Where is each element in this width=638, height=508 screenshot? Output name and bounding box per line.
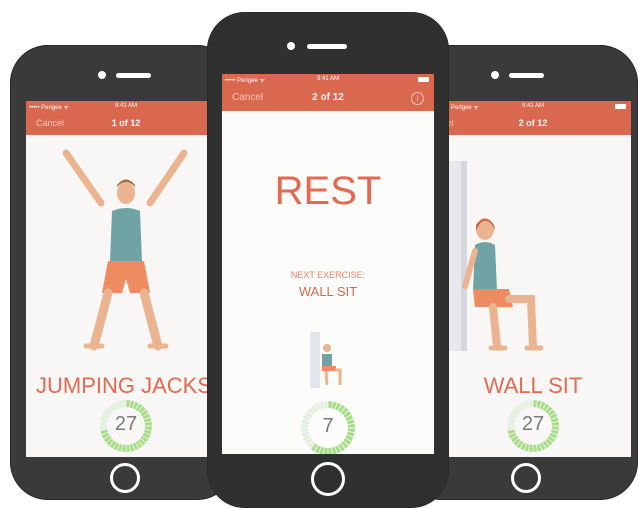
center-camera-dot bbox=[287, 42, 295, 50]
center-time: 9:41 AM bbox=[316, 76, 339, 82]
right-camera-dot bbox=[491, 71, 499, 79]
left-status-bar: ••••• Perigee ᯤ 9:41 AM bbox=[26, 101, 226, 113]
right-status-bar: Perigee ᯤ 9:41 AM bbox=[435, 101, 631, 113]
center-navbar: ••••• Perigee ᯤ 9:41 AM Cancel 2 of 12 i bbox=[222, 74, 434, 111]
right-battery-icon bbox=[615, 104, 626, 109]
right-speaker bbox=[509, 73, 544, 78]
timer-segment bbox=[328, 401, 333, 409]
left-speaker bbox=[116, 73, 151, 78]
timer-segment bbox=[323, 447, 328, 454]
timer-segment bbox=[528, 400, 533, 408]
left-screen: ••••• Perigee ᯤ 9:41 AM Cancel 1 of 12 J… bbox=[26, 101, 226, 457]
info-icon[interactable]: i bbox=[411, 92, 424, 105]
right-time: 9:41 AM bbox=[521, 103, 544, 109]
center-progress-title: 2 of 12 bbox=[312, 92, 344, 103]
center-phone: ••••• Perigee ᯤ 9:41 AM Cancel 2 of 12 i… bbox=[207, 12, 449, 508]
right-navbar: Perigee ᯤ 9:41 AM ncel 2 of 12 bbox=[435, 101, 631, 135]
center-speaker bbox=[307, 44, 347, 49]
next-exercise-name: WALL SIT bbox=[298, 284, 358, 299]
timer-segment bbox=[323, 401, 328, 409]
wall-sit-figure bbox=[443, 161, 544, 351]
right-screen: Perigee ᯤ 9:41 AM ncel 2 of 12 WALL SIT bbox=[435, 101, 631, 457]
right-exercise-name: WALL SIT bbox=[483, 373, 583, 398]
left-progress-title: 1 of 12 bbox=[111, 118, 141, 128]
timer-segment bbox=[121, 444, 126, 452]
center-status-bar: ••••• Perigee ᯤ 9:41 AM bbox=[222, 74, 434, 86]
timer-segment bbox=[533, 444, 538, 452]
timer-segment bbox=[121, 400, 126, 408]
left-phone: ••••• Perigee ᯤ 9:41 AM Cancel 1 of 12 J… bbox=[10, 45, 235, 500]
left-exercise-name: JUMPING JACKS bbox=[35, 373, 213, 398]
timer-segment bbox=[126, 400, 131, 408]
right-home-button[interactable] bbox=[511, 463, 541, 493]
right-timer-value: 27 bbox=[521, 413, 545, 435]
left-timer-value: 27 bbox=[114, 413, 138, 435]
timer-segment bbox=[126, 444, 131, 452]
left-home-button[interactable] bbox=[110, 463, 140, 493]
left-navbar: ••••• Perigee ᯤ 9:41 AM Cancel 1 of 12 bbox=[26, 101, 226, 135]
rest-headline: REST bbox=[274, 169, 382, 213]
left-camera-dot bbox=[98, 71, 106, 79]
center-timer-value: 7 bbox=[322, 415, 334, 437]
center-battery-icon bbox=[418, 77, 429, 82]
right-progress-title: 2 of 12 bbox=[518, 118, 548, 128]
timer-segment bbox=[528, 444, 533, 452]
jumping-jacks-figure bbox=[62, 149, 188, 351]
timer-segment bbox=[533, 400, 538, 408]
timer-segment bbox=[328, 447, 333, 454]
left-time: 9:41 AM bbox=[114, 103, 137, 109]
center-home-button[interactable] bbox=[311, 462, 345, 496]
next-exercise-label: NEXT EXERCISE: bbox=[290, 270, 366, 280]
center-screen: ••••• Perigee ᯤ 9:41 AM Cancel 2 of 12 i… bbox=[222, 74, 434, 454]
next-exercise-thumbnail bbox=[310, 332, 342, 388]
